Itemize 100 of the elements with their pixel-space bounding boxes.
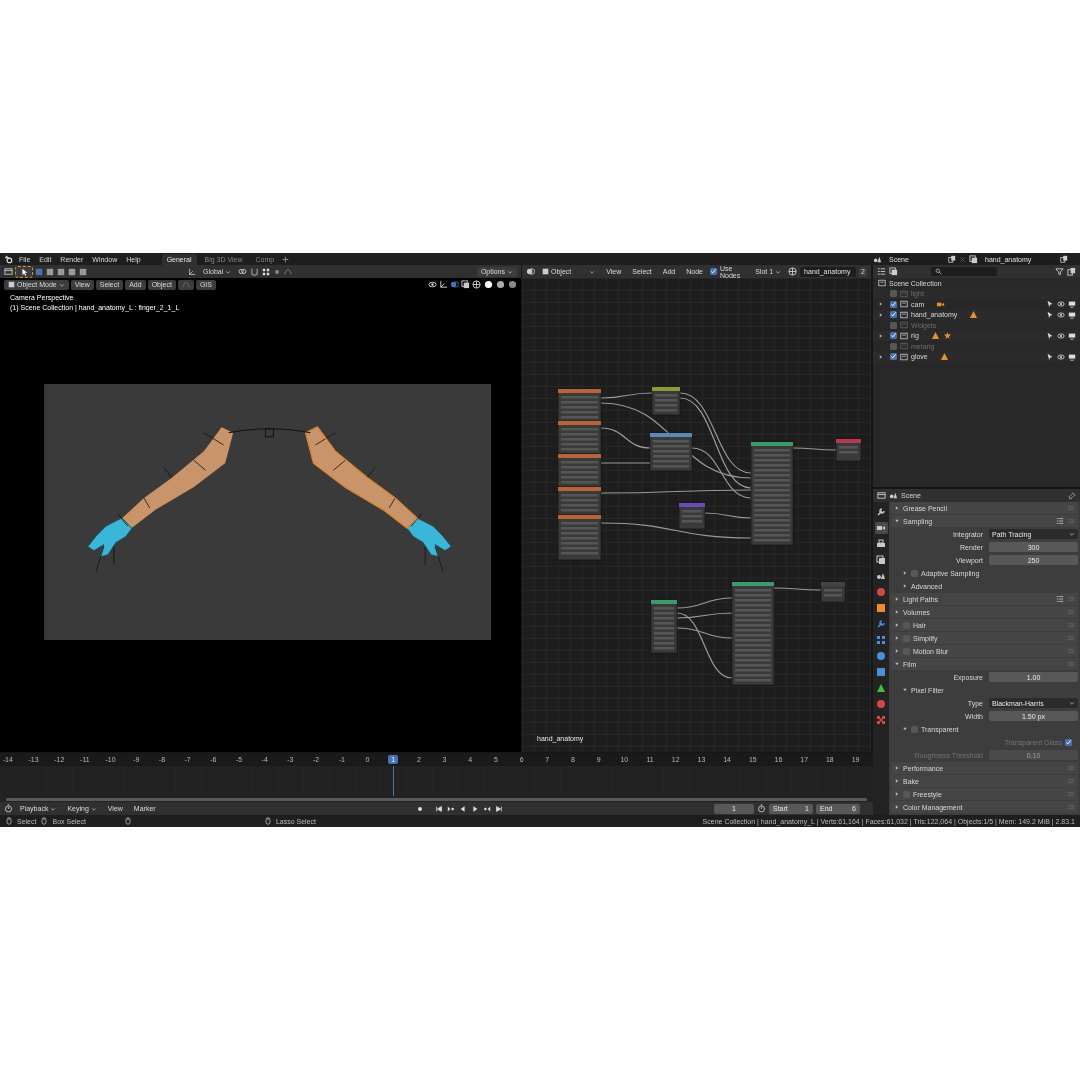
shader-node[interactable] — [750, 441, 794, 546]
xray-icon[interactable] — [461, 280, 470, 289]
chevron-down-icon — [1069, 700, 1075, 706]
editor-type-icon[interactable] — [877, 491, 886, 500]
checkbox[interactable] — [911, 569, 918, 577]
copy-icon[interactable] — [948, 255, 956, 263]
overlay-icon[interactable] — [450, 280, 459, 289]
gizmo-icon[interactable] — [439, 280, 448, 289]
add-icon[interactable] — [282, 255, 290, 263]
presets-icon[interactable] — [1056, 517, 1064, 525]
select-arrow-icon[interactable] — [1046, 331, 1054, 340]
playhead-line[interactable] — [393, 766, 395, 796]
material-icon[interactable] — [496, 280, 505, 289]
expand-icon[interactable] — [894, 765, 900, 771]
shader-node[interactable] — [651, 386, 681, 416]
select-tool-button[interactable] — [16, 266, 32, 277]
shader-node[interactable] — [557, 453, 602, 488]
jump-start-button[interactable] — [434, 804, 444, 813]
play-button[interactable] — [470, 804, 480, 813]
expand-icon[interactable] — [894, 609, 900, 615]
expand-icon[interactable] — [878, 301, 884, 308]
visibility-icon[interactable] — [428, 280, 437, 289]
checkbox[interactable] — [890, 353, 897, 361]
expand-icon[interactable] — [894, 622, 900, 628]
layers-icon[interactable] — [969, 254, 978, 264]
shader-node[interactable] — [557, 420, 602, 455]
expand-icon[interactable] — [894, 804, 900, 810]
display-mode-icon[interactable] — [889, 267, 898, 276]
square-icon — [8, 281, 15, 288]
new-collection-icon[interactable] — [1067, 267, 1076, 276]
link-icon[interactable] — [238, 267, 248, 276]
expand-icon[interactable] — [878, 332, 884, 339]
play-reverse-button[interactable] — [458, 804, 468, 813]
expand-icon[interactable] — [894, 778, 900, 784]
shader-node[interactable] — [835, 438, 862, 462]
cursor-icon — [20, 267, 28, 276]
scene-icon[interactable] — [873, 254, 882, 264]
expand-icon[interactable] — [902, 570, 908, 576]
collapse-icon[interactable] — [894, 518, 900, 524]
shader-node[interactable] — [557, 514, 602, 561]
shader-node[interactable] — [650, 599, 678, 654]
solid-icon[interactable] — [484, 280, 493, 289]
expand-icon[interactable] — [894, 596, 900, 602]
checkbox[interactable] — [709, 268, 717, 275]
presets-icon[interactable] — [1056, 595, 1064, 603]
collapse-icon[interactable] — [902, 726, 908, 732]
expand-icon[interactable] — [894, 635, 900, 641]
monitor-icon[interactable] — [1068, 352, 1076, 361]
editor-type-icon[interactable] — [877, 267, 886, 276]
curve-button[interactable] — [177, 279, 194, 290]
checkbox[interactable] — [911, 725, 918, 733]
dot-icon[interactable] — [273, 267, 282, 276]
select-arrow-icon[interactable] — [1046, 352, 1054, 361]
checkbox[interactable] — [890, 311, 897, 319]
expand-icon[interactable] — [878, 311, 884, 318]
expand-icon[interactable] — [894, 505, 900, 511]
editor-type-icon[interactable] — [526, 267, 535, 276]
record-button[interactable] — [415, 804, 425, 813]
shader-node[interactable] — [557, 486, 602, 516]
grid-icon[interactable] — [262, 267, 271, 276]
visibility-icon[interactable] — [1057, 331, 1065, 340]
expand-icon[interactable] — [894, 648, 900, 654]
editor-type-icon[interactable] — [4, 804, 13, 813]
editor-type-icon[interactable] — [4, 267, 13, 276]
checkbox[interactable] — [890, 332, 897, 340]
copy-icon[interactable] — [1060, 255, 1068, 263]
blender-logo-icon[interactable] — [4, 254, 13, 264]
shader-node[interactable] — [649, 432, 693, 472]
shader-node[interactable] — [678, 502, 706, 530]
checkbox[interactable] — [890, 290, 897, 298]
shader-node[interactable] — [820, 581, 846, 603]
expand-icon[interactable] — [894, 791, 900, 797]
collapse-icon[interactable] — [894, 661, 900, 667]
visibility-icon[interactable] — [1057, 310, 1065, 319]
wireframe-icon[interactable] — [472, 280, 481, 289]
axes-icon[interactable] — [188, 267, 196, 276]
next-keyframe-button[interactable] — [482, 804, 492, 813]
material-sphere-icon[interactable] — [788, 267, 798, 276]
magnet-icon[interactable] — [250, 267, 260, 276]
checkbox[interactable] — [890, 300, 897, 308]
checkbox[interactable] — [890, 342, 897, 350]
expand-icon[interactable] — [902, 583, 908, 589]
visibility-icon[interactable] — [1057, 352, 1065, 361]
monitor-icon[interactable] — [1068, 310, 1076, 319]
scrollbar[interactable] — [6, 797, 867, 801]
expand-icon[interactable] — [878, 353, 884, 360]
rendered-icon[interactable] — [508, 280, 517, 289]
stopwatch-icon[interactable] — [757, 804, 766, 813]
previous-keyframe-button[interactable] — [446, 804, 456, 813]
monitor-icon[interactable] — [1068, 331, 1076, 340]
previous-keyframe-icon — [447, 804, 456, 813]
jump-end-button[interactable] — [494, 804, 504, 813]
shader-node[interactable] — [731, 581, 775, 686]
checkbox[interactable] — [890, 321, 897, 329]
monitor-icon[interactable] — [1068, 300, 1076, 309]
visibility-icon[interactable] — [1057, 300, 1065, 309]
shader-node[interactable] — [557, 388, 602, 423]
filter-icon[interactable] — [1055, 267, 1064, 276]
search-field[interactable] — [931, 267, 997, 276]
collapse-icon[interactable] — [902, 687, 908, 693]
